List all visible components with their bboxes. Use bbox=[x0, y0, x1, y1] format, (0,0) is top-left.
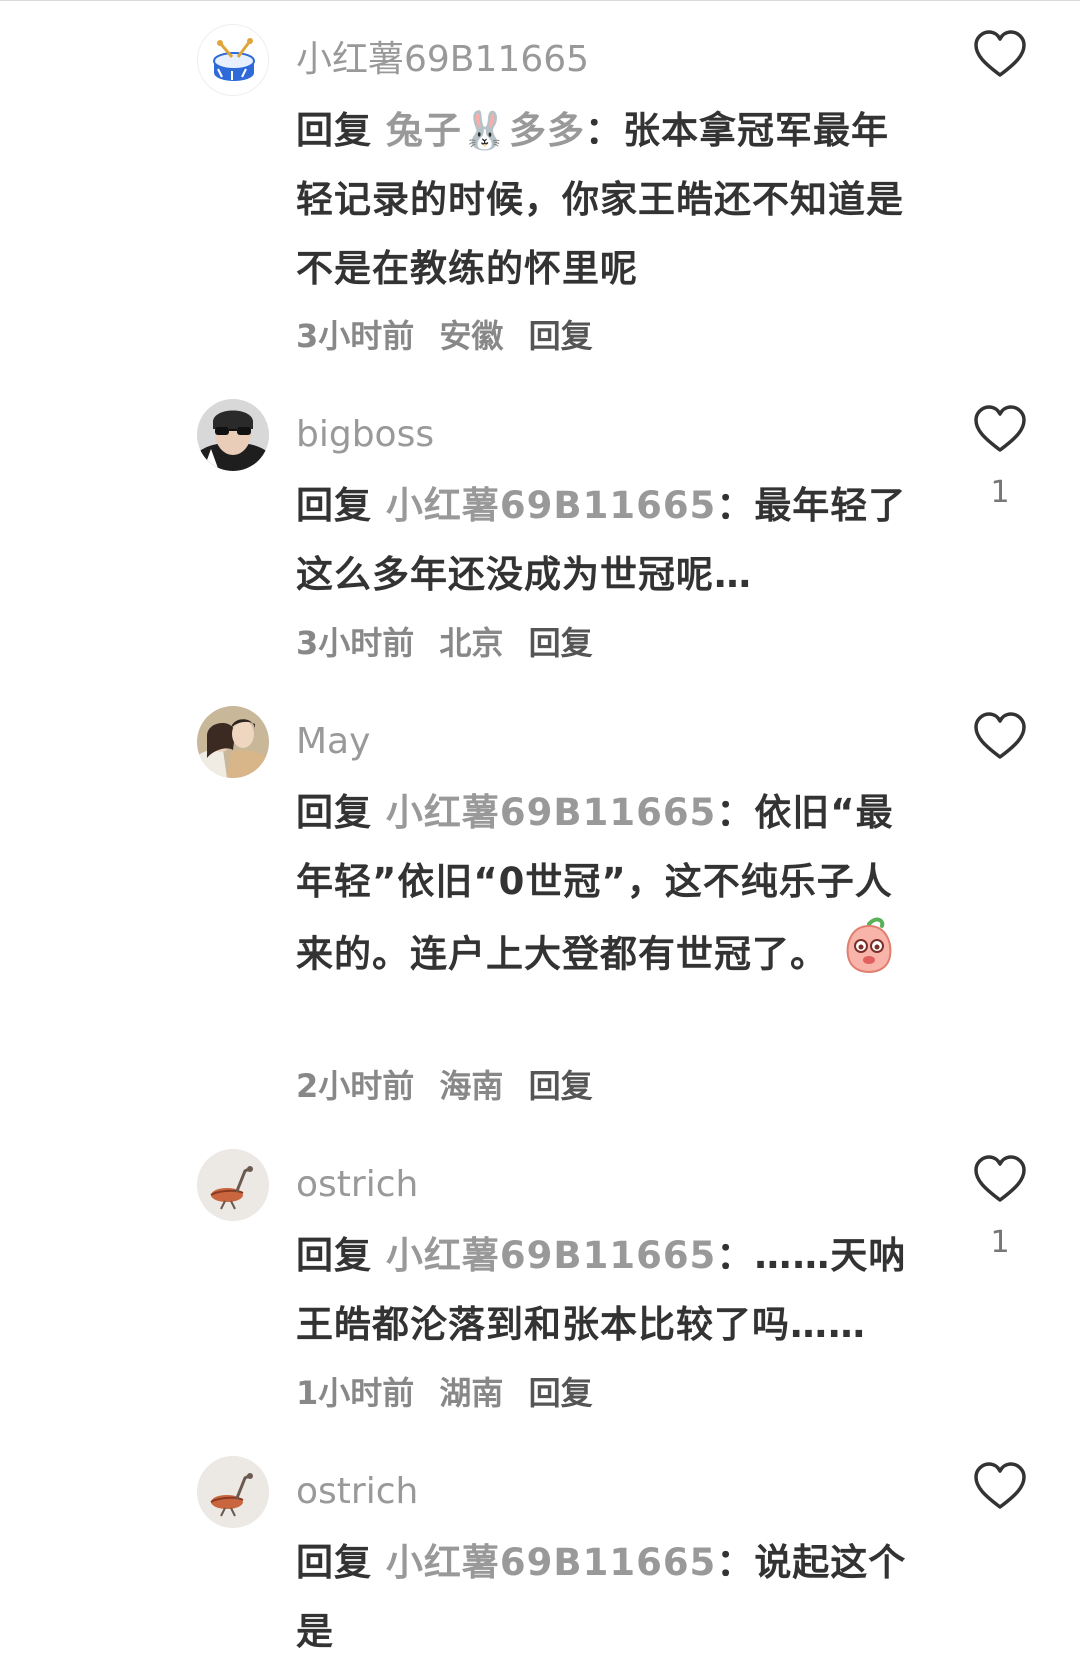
avatar[interactable] bbox=[197, 1456, 269, 1528]
timestamp: 3小时前 bbox=[296, 624, 415, 662]
reply-link[interactable]: 回复 bbox=[529, 317, 593, 355]
like-count: 1 bbox=[990, 1225, 1010, 1260]
comment-body: 回复 小红薯69B11665：依旧“最年轻”依旧“0世冠”，这不纯乐子人来的。连… bbox=[296, 778, 926, 996]
reply-prefix: 回复 bbox=[296, 791, 372, 834]
reply-prefix: 回复 bbox=[296, 1541, 372, 1584]
heart-outline-icon bbox=[974, 1462, 1026, 1509]
username[interactable]: ostrich bbox=[296, 1468, 418, 1516]
timestamp: 2小时前 bbox=[296, 1067, 415, 1105]
reply-prefix: 回复 bbox=[296, 1234, 372, 1277]
comment-body: 回复 小红薯69B11665：最年轻了这么多年还没成为世冠呢… bbox=[296, 471, 926, 609]
reply-target[interactable]: 小红薯69B11665 bbox=[386, 484, 716, 527]
like-button[interactable] bbox=[972, 28, 1028, 80]
reply-target[interactable]: 小红薯69B11665 bbox=[386, 1234, 716, 1277]
reply-target[interactable]: 兔子🐰多多 bbox=[386, 109, 585, 152]
reply-target[interactable]: 小红薯69B11665 bbox=[386, 791, 716, 834]
reply-prefix: 回复 bbox=[296, 484, 372, 527]
heart-outline-icon bbox=[974, 30, 1026, 77]
location: 海南 bbox=[439, 1067, 504, 1105]
person-sunglasses-avatar bbox=[197, 399, 269, 471]
timestamp: 1小时前 bbox=[296, 1374, 415, 1412]
separator: ： bbox=[584, 109, 623, 152]
separator: ： bbox=[716, 484, 755, 527]
comment-meta: 3小时前 安徽 回复 bbox=[296, 314, 607, 358]
separator: ： bbox=[716, 1234, 755, 1277]
top-divider bbox=[0, 0, 1080, 1]
like-button[interactable] bbox=[972, 1153, 1028, 1205]
username[interactable]: ostrich bbox=[296, 1161, 418, 1209]
location: 湖南 bbox=[439, 1374, 504, 1412]
comment-meta: 1小时前 湖南 回复 bbox=[296, 1371, 607, 1415]
comment-body: 回复 兔子🐰多多：张本拿冠军最年轻记录的时候，你家王皓还不知道是不是在教练的怀里… bbox=[296, 96, 926, 303]
like-button[interactable] bbox=[972, 1460, 1028, 1512]
avatar[interactable] bbox=[197, 399, 269, 471]
heart-outline-icon bbox=[974, 405, 1026, 452]
like-button[interactable] bbox=[972, 403, 1028, 455]
reply-link[interactable]: 回复 bbox=[529, 624, 593, 662]
avatar[interactable] bbox=[197, 706, 269, 778]
peach-shy-emoji-icon bbox=[842, 916, 896, 996]
couple-photo-avatar bbox=[197, 706, 269, 778]
separator: ： bbox=[716, 1541, 755, 1584]
ostrich-avatar bbox=[197, 1149, 269, 1221]
comment-meta: 2小时前 海南 回复 bbox=[296, 1064, 607, 1108]
ostrich-avatar bbox=[197, 1456, 269, 1528]
username[interactable]: May bbox=[296, 718, 370, 766]
comment-body: 回复 小红薯69B11665：……天呐王皓都沦落到和张本比较了吗…… bbox=[296, 1221, 926, 1359]
username[interactable]: bigboss bbox=[296, 411, 434, 459]
like-button[interactable] bbox=[972, 710, 1028, 762]
reply-prefix: 回复 bbox=[296, 109, 372, 152]
comment-meta: 3小时前 北京 回复 bbox=[296, 621, 607, 665]
like-count: 1 bbox=[990, 475, 1010, 510]
separator: ： bbox=[716, 791, 755, 834]
timestamp: 3小时前 bbox=[296, 317, 415, 355]
avatar[interactable] bbox=[197, 1149, 269, 1221]
avatar[interactable] bbox=[197, 24, 269, 96]
drum-avatar-icon bbox=[213, 38, 255, 81]
reply-target[interactable]: 小红薯69B11665 bbox=[386, 1541, 716, 1584]
heart-outline-icon bbox=[974, 712, 1026, 759]
reply-link[interactable]: 回复 bbox=[529, 1067, 593, 1105]
username[interactable]: 小红薯69B11665 bbox=[296, 36, 589, 84]
heart-outline-icon bbox=[974, 1155, 1026, 1202]
location: 北京 bbox=[439, 624, 504, 662]
location: 安徽 bbox=[439, 317, 504, 355]
reply-link[interactable]: 回复 bbox=[529, 1374, 593, 1412]
